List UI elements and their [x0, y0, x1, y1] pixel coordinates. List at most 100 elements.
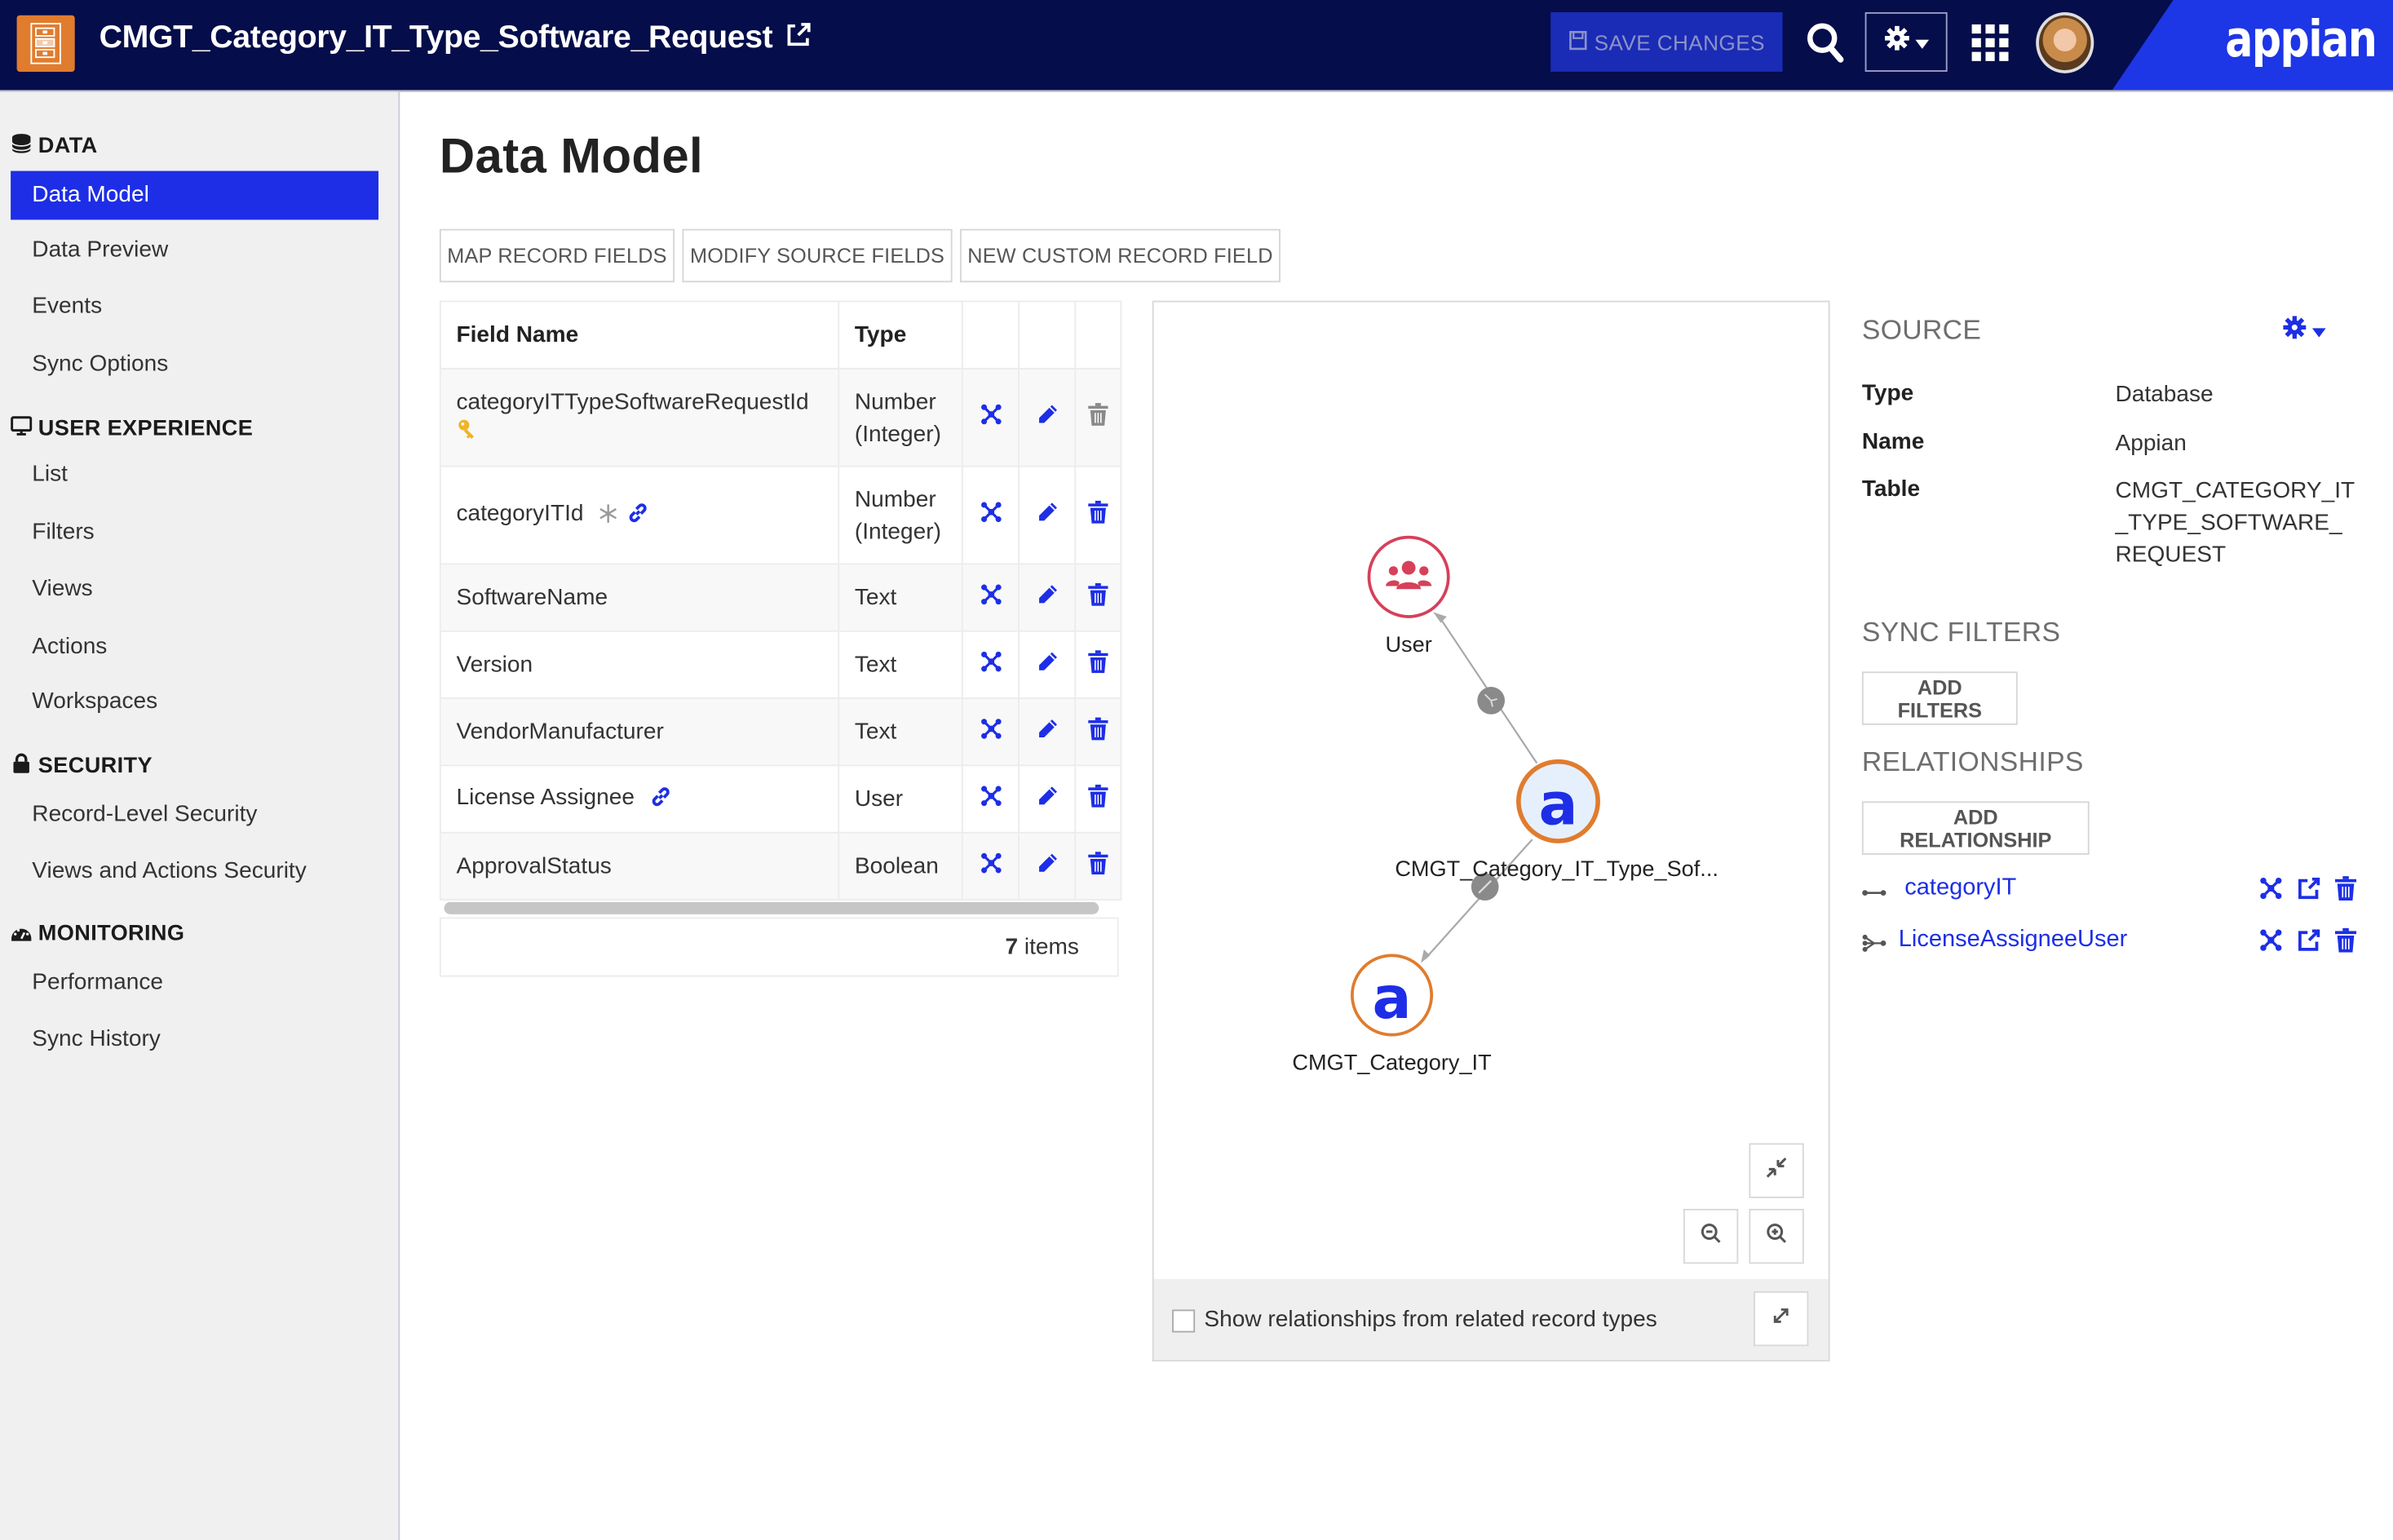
column-header-field-name[interactable]: Field Name [439, 300, 840, 370]
edit-field-icon[interactable] [1036, 502, 1059, 529]
edit-field-icon-cell [1018, 697, 1077, 767]
relationship-link-icon [650, 787, 671, 814]
show-related-checkbox[interactable] [1172, 1309, 1196, 1333]
map-field-icon[interactable] [979, 651, 1002, 679]
external-link-icon[interactable] [785, 21, 812, 58]
horizontal-scrollbar[interactable] [444, 901, 1099, 914]
sidebar-item-sync-options[interactable]: Sync Options [11, 340, 378, 389]
grid-footer: 7 items [439, 917, 1119, 977]
sidebar-item-workspaces[interactable]: Workspaces [11, 678, 378, 727]
sidebar-item-events[interactable]: Events [11, 282, 378, 331]
record-type-icon [16, 15, 75, 72]
map-field-icon[interactable] [979, 852, 1002, 881]
sidebar-item-views-and-actions-security[interactable]: Views and Actions Security [11, 847, 378, 896]
diagram-canvas[interactable]: a a [1154, 302, 1829, 1279]
diagram-node-user[interactable] [1367, 535, 1450, 618]
field-name-cell: ApprovalStatus [439, 831, 840, 901]
map-field-icon-cell [961, 630, 1020, 700]
source-settings-menu[interactable] [2283, 316, 2326, 346]
record-type-title[interactable]: CMGT_Category_IT_Type_Software_Request [100, 20, 812, 58]
table-row[interactable]: SoftwareName Text [439, 563, 1122, 632]
map-field-icon[interactable] [979, 404, 1002, 432]
map-field-icon[interactable] [979, 785, 1002, 814]
column-header-type[interactable]: Type [838, 300, 963, 370]
expand-diagram-button[interactable] [1754, 1291, 1809, 1347]
table-row[interactable]: categoryITId Number (Integer) [439, 465, 1122, 565]
diagram-node-category-it[interactable]: a [1351, 954, 1434, 1037]
edit-field-icon[interactable] [1036, 652, 1059, 679]
top-bar: CMGT_Category_IT_Type_Software_Request S… [0, 0, 2393, 92]
zoom-out-button[interactable] [1683, 1208, 1739, 1264]
relationship-link-licenseassigneeuser[interactable]: LicenseAssigneeUser [1899, 927, 2128, 954]
delete-field-icon-cell [1074, 367, 1122, 467]
settings-menu-button[interactable] [1864, 11, 1948, 72]
user-avatar[interactable] [2036, 11, 2094, 73]
delete-field-icon[interactable] [1088, 582, 1108, 613]
new-custom-record-field-button[interactable]: NEW CUSTOM RECORD FIELD [959, 228, 1281, 283]
sidebar-item-filters[interactable]: Filters [11, 508, 378, 557]
field-type-subtype: (Integer) [854, 420, 941, 447]
external-link-icon[interactable] [2297, 928, 2321, 960]
sidebar-item-record-level-security[interactable]: Record-Level Security [11, 790, 378, 839]
map-field-icon[interactable] [979, 584, 1002, 613]
edit-field-icon-cell [1018, 764, 1077, 834]
delete-icon[interactable] [2334, 927, 2357, 960]
map-field-icon[interactable] [979, 502, 1002, 529]
diagram-node-current-record[interactable]: a [1516, 759, 1600, 843]
add-relationship-button[interactable]: ADD RELATIONSHIP [1861, 801, 2090, 855]
edit-field-icon[interactable] [1036, 719, 1059, 746]
delete-field-icon[interactable] [1088, 852, 1108, 881]
zoom-in-icon [1766, 1222, 1787, 1251]
map-field-icon[interactable] [979, 719, 1002, 746]
field-name-cell: categoryITId [439, 465, 840, 565]
edit-field-icon[interactable] [1036, 853, 1059, 881]
delete-field-icon[interactable] [1088, 403, 1108, 432]
relationship-link-categoryit[interactable]: categoryIT [1904, 874, 2016, 902]
edit-field-icon[interactable] [1036, 786, 1059, 814]
edit-field-icon-cell [1018, 563, 1077, 632]
external-link-icon[interactable] [2297, 876, 2321, 908]
save-changes-label: SAVE CHANGES [1594, 29, 1765, 55]
map-icon[interactable] [2258, 876, 2283, 908]
sidebar-section-security: SECURITY [11, 753, 153, 781]
record-type-name: CMGT_Category_IT_Type_Software_Request [99, 20, 773, 55]
sidebar-item-sync-history[interactable]: Sync History [11, 1015, 378, 1064]
table-row[interactable]: Version Text [439, 630, 1122, 700]
field-type: Text [854, 652, 897, 678]
delete-field-icon[interactable] [1088, 717, 1108, 746]
sidebar-item-data-model[interactable]: Data Model [11, 170, 379, 220]
delete-icon[interactable] [2334, 876, 2357, 908]
sidebar-item-list[interactable]: List [11, 450, 378, 499]
map-record-fields-button[interactable]: MAP RECORD FIELDS [439, 228, 675, 283]
zoom-in-button[interactable] [1749, 1208, 1804, 1264]
edit-field-icon[interactable] [1036, 585, 1059, 613]
table-row[interactable]: VendorManufacturer Text [439, 697, 1122, 767]
show-related-label[interactable]: Show relationships from related record t… [1204, 1307, 1657, 1333]
delete-field-icon[interactable] [1088, 650, 1108, 679]
compress-icon [1766, 1156, 1787, 1185]
delete-field-icon[interactable] [1088, 500, 1108, 529]
save-changes-button[interactable]: SAVE CHANGES [1550, 11, 1783, 72]
sidebar-item-performance[interactable]: Performance [11, 958, 378, 1007]
sidebar-item-data-preview[interactable]: Data Preview [11, 226, 378, 275]
edit-field-icon[interactable] [1036, 405, 1059, 432]
app-grid-icon[interactable] [1971, 24, 2009, 61]
delete-field-icon[interactable] [1088, 784, 1108, 814]
table-row[interactable]: ApprovalStatus Boolean [439, 831, 1122, 901]
many-to-one-badge[interactable] [1477, 687, 1506, 715]
many-to-one-icon [1862, 932, 1887, 960]
section-title: SECURITY [38, 754, 153, 779]
search-icon[interactable] [1802, 18, 1848, 67]
modify-source-fields-button[interactable]: MODIFY SOURCE FIELDS [682, 228, 953, 283]
sidebar-item-actions[interactable]: Actions [11, 622, 378, 671]
chevron-down-icon [1914, 29, 1929, 56]
sidebar-section-user-experience: USER EXPERIENCE [11, 415, 253, 443]
add-filters-button[interactable]: ADD FILTERS [1861, 671, 2018, 725]
table-row[interactable]: categoryITTypeSoftwareRequestId Number (In… [439, 367, 1122, 467]
brand-text: appian [2225, 9, 2378, 69]
map-icon[interactable] [2258, 928, 2283, 960]
sidebar-item-views[interactable]: Views [11, 564, 378, 613]
sidebar-section-data: DATA [11, 133, 98, 161]
fit-to-view-button[interactable] [1749, 1143, 1804, 1198]
table-row[interactable]: License Assignee User [439, 764, 1122, 834]
